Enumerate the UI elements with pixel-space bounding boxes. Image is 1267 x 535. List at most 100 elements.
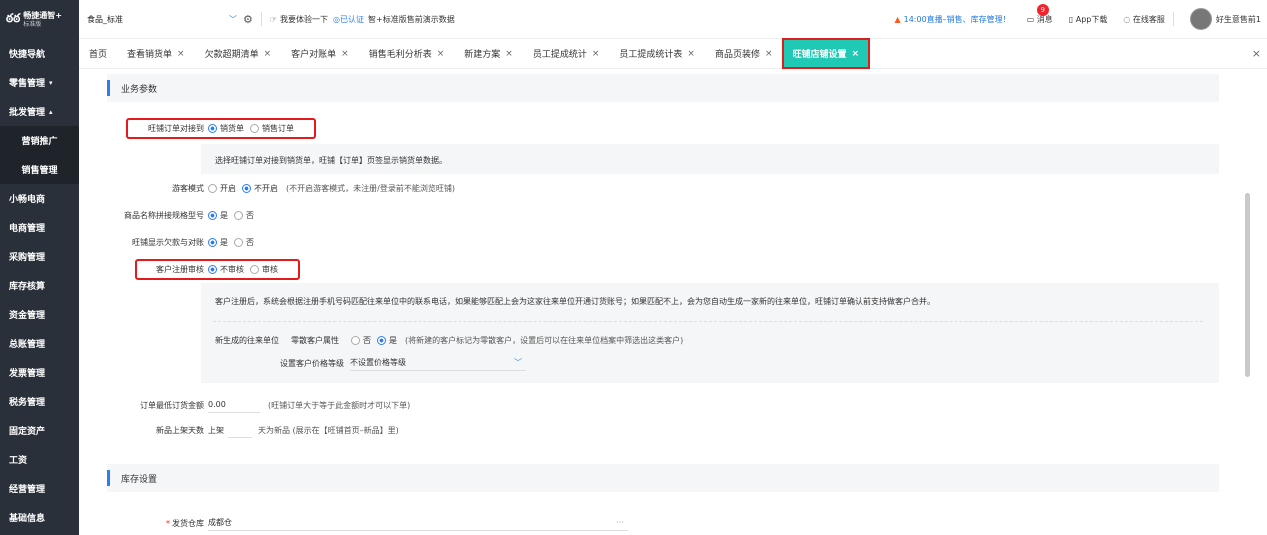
- tab-home[interactable]: 首页: [79, 39, 117, 68]
- settings-content: 业务参数 旺铺订单对接到 销货单 销售订单 选择旺铺订单对接到销货单，旺铺【订单…: [79, 69, 1267, 535]
- sidebar-item-wholesale[interactable]: 批发管理 ▴: [0, 97, 79, 126]
- sidebar-item-basic-info[interactable]: 基础信息: [0, 503, 79, 532]
- guest-mode-label: 游客模式: [172, 184, 204, 193]
- show-debt-row: 旺铺显示欠款与对账 是 否: [79, 237, 260, 248]
- radio-retail-yes[interactable]: 是: [377, 335, 397, 346]
- live-stream-link[interactable]: ▲ 14:00直播–销售、库存管理！: [894, 14, 1010, 25]
- radio-checked-icon: [242, 184, 251, 193]
- tab-gross-profit[interactable]: 销售毛利分析表 ×: [359, 39, 455, 68]
- min-amount-note: (旺铺订单大于等于此金额时才可以下单): [268, 400, 411, 410]
- store-selector[interactable]: 食品_标准 ﹀: [87, 10, 237, 28]
- radio-sales-slip[interactable]: 销货单: [208, 123, 244, 134]
- app-download-button[interactable]: ▯ App下载: [1069, 14, 1108, 25]
- sidebar-item-marketing[interactable]: 营销推广: [0, 126, 79, 155]
- gear-icon[interactable]: ⚙: [243, 13, 253, 26]
- radio-name-spec-yes[interactable]: 是: [208, 210, 228, 221]
- radio-guest-on[interactable]: 开启: [208, 183, 236, 194]
- sidebar-item-quick-nav[interactable]: 快捷导航: [0, 39, 79, 68]
- app-logo[interactable]: ఠఠ 畅捷通智+ 标准版: [0, 0, 79, 39]
- certified-badge[interactable]: ◎已认证: [333, 14, 364, 25]
- sidebar-item-sales[interactable]: 销售管理: [0, 155, 79, 184]
- divider: [1172, 12, 1174, 26]
- tab-overdue-list[interactable]: 欠款超期清单 ×: [195, 39, 282, 68]
- online-service-button[interactable]: ◌ 在线客服: [1123, 14, 1165, 25]
- tab-customer-statement[interactable]: 客户对账单 ×: [281, 39, 359, 68]
- divider: [213, 321, 1203, 322]
- radio-checked-icon: [208, 124, 217, 133]
- close-icon[interactable]: ×: [592, 49, 600, 59]
- logo-name: 畅捷通智+: [23, 10, 62, 20]
- radio-sales-order[interactable]: 销售订单: [250, 123, 294, 134]
- chevron-up-icon: ▴: [49, 107, 53, 116]
- hand-icon: ☞: [269, 14, 278, 24]
- sidebar-item-payroll[interactable]: 工资: [0, 445, 79, 474]
- min-amount-label: 订单最低订货金额: [140, 400, 204, 410]
- radio-audit[interactable]: 审核: [250, 264, 278, 275]
- name-spec-row: 商品名称拼接规格型号 是 否: [79, 210, 260, 221]
- more-icon[interactable]: ···: [616, 515, 624, 531]
- sidebar-item-fixed-assets[interactable]: 固定资产: [0, 416, 79, 445]
- sidebar-item-inventory[interactable]: 库存核算: [0, 271, 79, 300]
- min-amount-input[interactable]: 0.00: [208, 397, 260, 413]
- tab-shop-settings[interactable]: 旺铺店铺设置 ×: [781, 38, 871, 69]
- retail-attr-label: 零散客户属性: [291, 336, 339, 345]
- close-icon[interactable]: ×: [437, 49, 445, 59]
- warehouse-select[interactable]: 成都仓 ···: [208, 515, 628, 531]
- close-all-tabs-icon[interactable]: ×: [1252, 47, 1261, 60]
- new-unit-label: 新生成的往来单位: [215, 336, 279, 345]
- guest-mode-row: 游客模式 开启 不开启 (不开启游客模式，未注册/登录前不能浏览旺铺): [79, 183, 455, 194]
- logo-icon: ఠఠ: [6, 11, 21, 25]
- radio-name-spec-no[interactable]: 否: [234, 210, 254, 221]
- chevron-down-icon: ▾: [49, 78, 53, 87]
- radio-unchecked-icon: [208, 184, 217, 193]
- close-icon[interactable]: ×: [341, 49, 349, 59]
- radio-guest-off[interactable]: 不开启: [242, 183, 278, 194]
- order-link-row: 旺铺订单对接到 销货单 销售订单: [79, 123, 300, 134]
- required-mark: *: [166, 518, 170, 528]
- tab-commission-stats[interactable]: 员工提成统计 ×: [523, 39, 610, 68]
- sidebar-item-operations[interactable]: 经营管理: [0, 474, 79, 503]
- section-title-inventory: 库存设置: [107, 464, 1219, 492]
- close-icon[interactable]: ×: [177, 49, 185, 59]
- radio-show-debt-yes[interactable]: 是: [208, 237, 228, 248]
- scrollbar[interactable]: [1245, 193, 1250, 377]
- radio-unchecked-icon: [250, 265, 259, 274]
- radio-checked-icon: [208, 265, 217, 274]
- guest-mode-note: (不开启游客模式，未注册/登录前不能浏览旺铺): [286, 184, 455, 193]
- close-icon[interactable]: ×: [264, 49, 272, 59]
- tab-new-plan[interactable]: 新建方案 ×: [454, 39, 523, 68]
- radio-show-debt-no[interactable]: 否: [234, 237, 254, 248]
- radio-no-audit[interactable]: 不审核: [208, 264, 244, 275]
- tab-view-sales-slip[interactable]: 查看销货单 ×: [117, 39, 195, 68]
- radio-unchecked-icon: [351, 336, 360, 345]
- sidebar-item-purchase[interactable]: 采购管理: [0, 242, 79, 271]
- sidebar-item-funds[interactable]: 资金管理: [0, 300, 79, 329]
- sidebar-item-xiaochang-ecom[interactable]: 小畅电商: [0, 184, 79, 213]
- tab-commission-table[interactable]: 员工提成统计表 ×: [609, 39, 705, 68]
- headset-icon: ◌: [1123, 14, 1131, 24]
- new-days-input[interactable]: [228, 422, 252, 438]
- radio-checked-icon: [208, 238, 217, 247]
- user-menu[interactable]: 好生意售前1: [1189, 8, 1267, 30]
- messages-button[interactable]: ▭ 消息 9: [1027, 3, 1053, 25]
- tab-product-page-decor[interactable]: 商品页装修 ×: [705, 39, 783, 68]
- close-icon[interactable]: ×: [687, 49, 695, 59]
- sidebar-item-ecommerce[interactable]: 电商管理: [0, 213, 79, 242]
- register-audit-label: 客户注册审核: [156, 265, 204, 274]
- close-icon[interactable]: ×: [765, 49, 773, 59]
- price-level-label: 设置客户价格等级: [280, 358, 344, 368]
- name-spec-label: 商品名称拼接规格型号: [124, 211, 204, 220]
- radio-retail-no[interactable]: 否: [351, 335, 371, 346]
- price-level-select[interactable]: 不设置价格等级 ﹀: [350, 355, 526, 371]
- sidebar-item-tax[interactable]: 税务管理: [0, 387, 79, 416]
- new-days-prefix: 上架: [208, 425, 224, 435]
- divider: [260, 12, 262, 26]
- sidebar-item-retail[interactable]: 零售管理 ▾: [0, 68, 79, 97]
- sidebar-item-invoice[interactable]: 发票管理: [0, 358, 79, 387]
- trial-link[interactable]: ☞ 我要体验一下: [270, 14, 328, 25]
- close-icon[interactable]: ×: [505, 49, 513, 59]
- new-days-row: 新品上架天数 上架 天为新品 (展示在【旺铺首页–新品】里): [79, 422, 399, 438]
- close-icon[interactable]: ×: [852, 49, 860, 59]
- sidebar-item-ledger[interactable]: 总账管理: [0, 329, 79, 358]
- radio-unchecked-icon: [234, 211, 243, 220]
